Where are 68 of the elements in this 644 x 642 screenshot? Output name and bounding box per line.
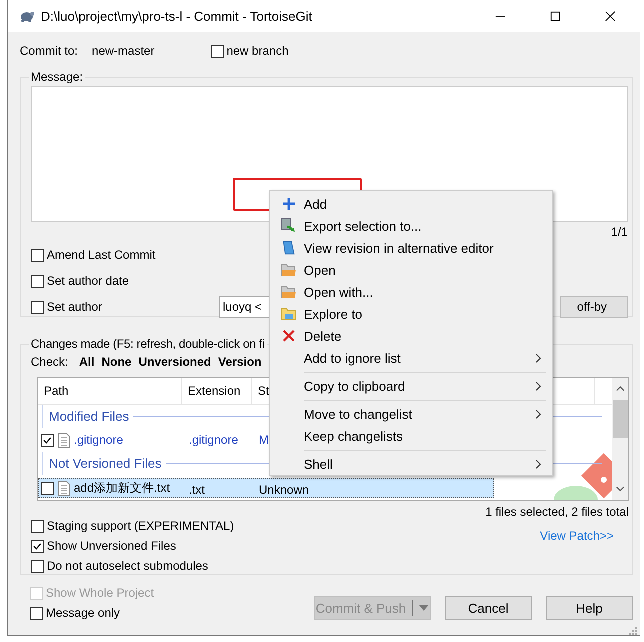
checkbox-label: Show Whole Project — [46, 586, 154, 600]
chevron-icon — [536, 354, 541, 362]
checkbox[interactable] — [31, 520, 44, 532]
checkbox-label: Staging support (EXPERIMENTAL) — [47, 519, 234, 533]
menu-item[interactable]: Open — [273, 259, 549, 281]
checkbox[interactable] — [31, 248, 44, 262]
checkbox[interactable] — [30, 606, 43, 620]
dialog-button[interactable]: Help — [546, 596, 633, 620]
checkbox-label: Set author date — [47, 274, 130, 288]
checkbox-label: Do not autoselect submodules — [47, 559, 208, 573]
group-label: Message: — [30, 70, 84, 84]
file-path: .gitignore — [74, 433, 124, 447]
menu-item[interactable]: Copy to clipboard — [273, 375, 549, 397]
menu-item[interactable]: Keep changelists — [273, 425, 549, 447]
window-title: D:\luo\project\my\pro-ts-l - Commit - TortoiseGit — [41, 8, 312, 24]
checkbox-label: new branch — [226, 44, 289, 58]
check-link[interactable]: All — [79, 355, 95, 369]
menu-item[interactable]: Export selection to... — [273, 215, 549, 237]
checkbox[interactable] — [31, 540, 44, 552]
selection-summary: 1 files selected, 2 files total — [486, 505, 629, 519]
folder-icon — [280, 263, 296, 277]
checkbox[interactable] — [31, 300, 44, 314]
checkbox[interactable] — [210, 44, 224, 58]
chevron-icon — [536, 460, 541, 468]
selected-row[interactable]: add添加新文件.txt .txt Unknown — [38, 478, 494, 498]
checkbox-label: Set author — [47, 300, 104, 314]
chevron-icon — [536, 410, 541, 418]
menu-item[interactable]: Add to ignore list — [273, 347, 549, 369]
checkbox-label: Show Unversioned Files — [47, 539, 176, 553]
group-header: Modified Files — [49, 409, 130, 424]
plus-icon — [282, 197, 296, 211]
check-link[interactable]: Unversioned — [138, 355, 212, 369]
menu-item[interactable]: Shell — [273, 453, 549, 475]
line-counter: 1/1 — [611, 225, 628, 239]
folder-icon — [280, 285, 296, 299]
export-icon — [280, 218, 296, 234]
delete-icon — [282, 329, 296, 343]
checkbox[interactable] — [31, 560, 44, 572]
menu-item[interactable]: Delete — [273, 325, 549, 347]
column-header[interactable]: Extension — [182, 378, 252, 404]
menu-item[interactable]: Move to changelist — [273, 403, 549, 425]
checkbox-label: Message only — [46, 606, 120, 620]
menu-item[interactable]: View revision in alternative editor — [273, 237, 549, 259]
check-label: Check: — [31, 355, 68, 369]
group-header: Not Versioned Files — [49, 456, 162, 471]
check-link[interactable]: Version — [218, 355, 262, 369]
checkbox[interactable] — [41, 482, 54, 495]
dialog-button[interactable]: Cancel — [445, 596, 532, 620]
group-label: Changes made (F5: refresh, double-click on fi — [30, 337, 266, 351]
branch-name: new-master — [92, 44, 155, 58]
scrollbar[interactable] — [612, 378, 628, 500]
file-extension: .gitignore — [188, 433, 240, 447]
menu-item[interactable]: Add — [273, 193, 549, 215]
commit-to-label: Commit to: — [20, 44, 78, 58]
checkbox[interactable] — [41, 434, 54, 446]
file-extension: .txt — [188, 483, 206, 497]
folder-window-icon — [280, 307, 296, 321]
checkbox[interactable] — [31, 274, 44, 288]
chevron-icon — [536, 382, 541, 390]
file-status: M — [259, 433, 269, 447]
checkbox-label: Amend Last Commit — [47, 248, 157, 262]
check-link[interactable]: None — [102, 355, 132, 369]
signoff-button[interactable]: off-by — [560, 296, 628, 318]
view-patch-link[interactable]: View Patch>> — [540, 529, 614, 543]
file-path: add添加新文件.txt — [74, 480, 170, 497]
resize-grip-icon[interactable] — [629, 627, 637, 635]
file-status: Unknown — [259, 483, 310, 497]
column-header[interactable]: Path — [38, 378, 182, 404]
